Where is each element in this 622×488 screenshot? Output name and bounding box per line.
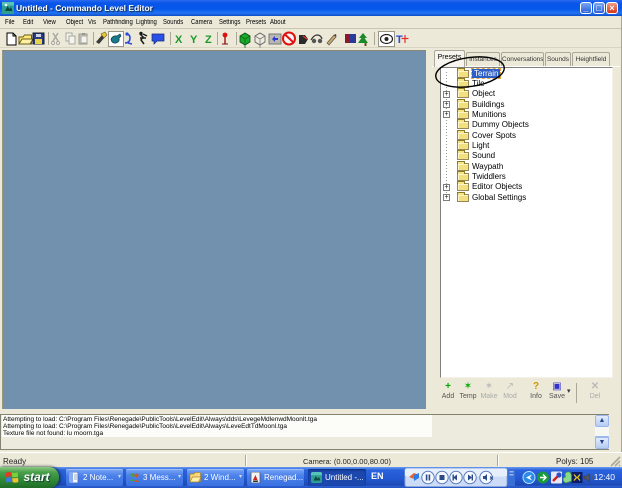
- svg-text:Z: Z: [205, 34, 212, 46]
- svg-text:T: T: [396, 34, 403, 46]
- svg-text:Y: Y: [190, 34, 198, 46]
- svg-text:X: X: [175, 34, 183, 46]
